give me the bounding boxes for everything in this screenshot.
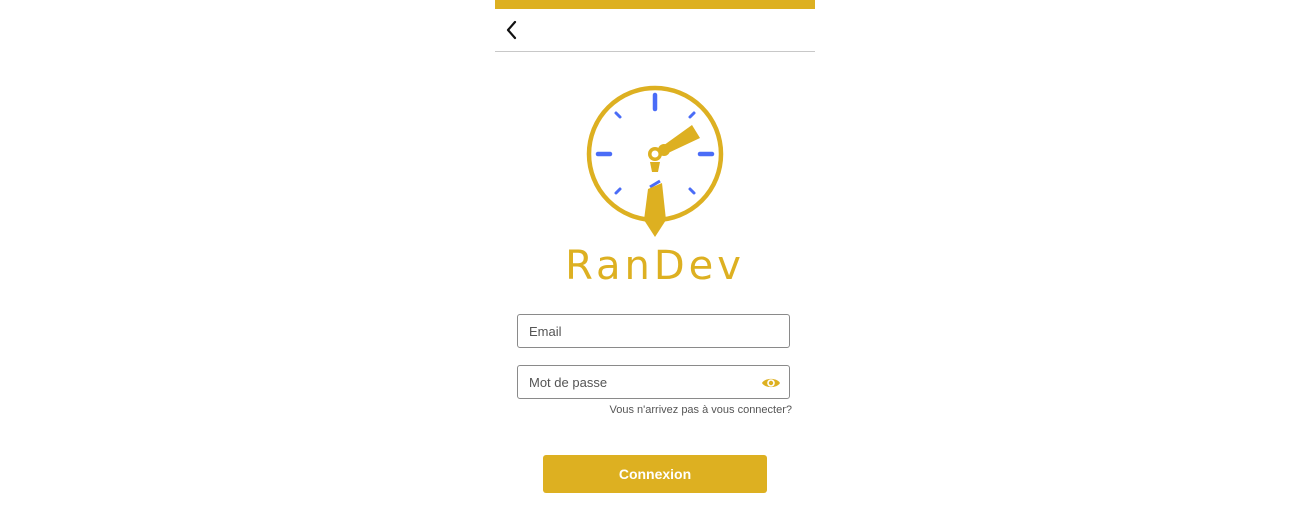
navigation-bar: [495, 9, 815, 52]
clock-tie-logo-icon: [586, 85, 724, 237]
back-button[interactable]: [501, 17, 523, 43]
show-password-toggle[interactable]: [761, 374, 781, 392]
forgot-password-link[interactable]: Vous n'arrivez pas à vous connecter?: [610, 404, 792, 416]
login-screen: RanDev Vous n'arrivez pas à vous connect…: [495, 0, 815, 513]
eye-icon: [762, 378, 780, 388]
status-bar: [495, 0, 815, 9]
chevron-left-icon: [506, 20, 517, 40]
brand-name: RanDev: [565, 243, 745, 289]
email-input[interactable]: [518, 315, 789, 347]
login-button[interactable]: Connexion: [543, 455, 767, 493]
email-field[interactable]: [517, 314, 790, 348]
password-field[interactable]: [517, 365, 790, 399]
password-input[interactable]: [518, 366, 789, 398]
